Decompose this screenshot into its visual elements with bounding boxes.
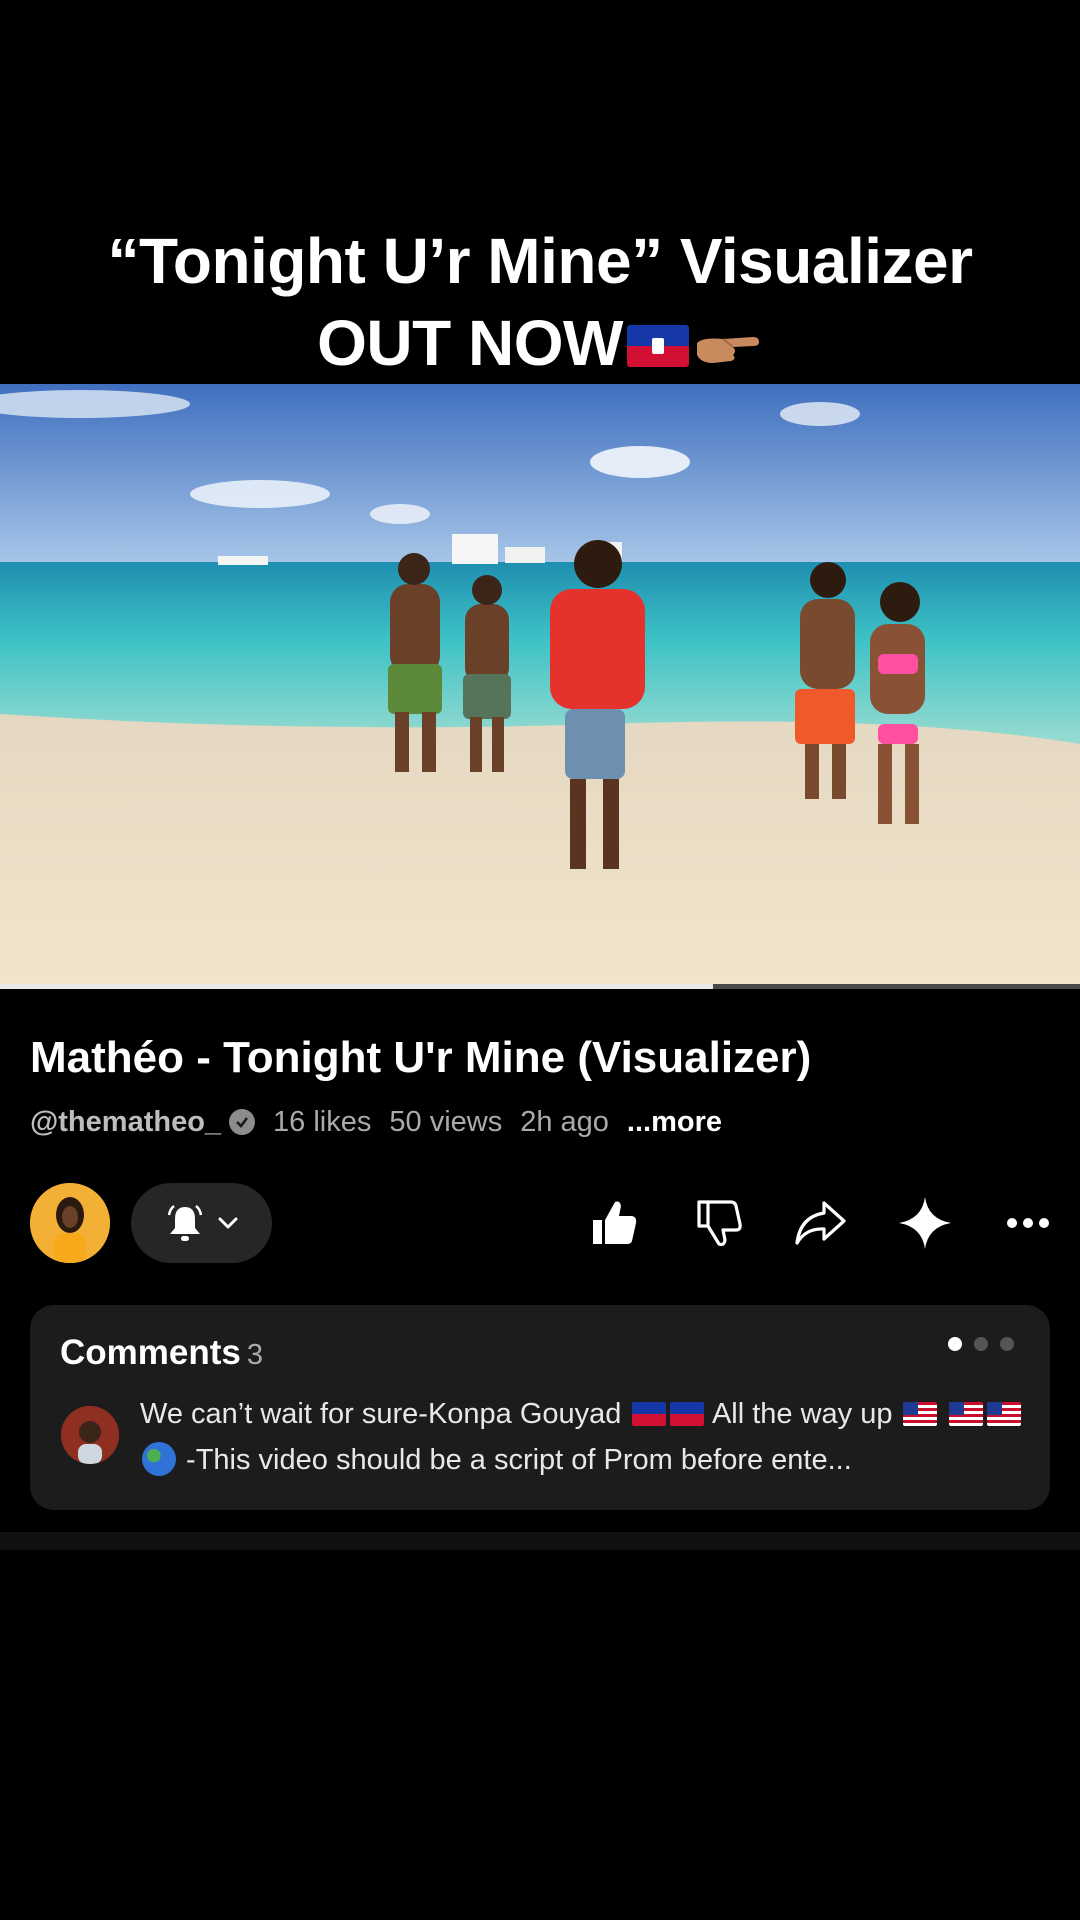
haiti-flag-icon xyxy=(631,1402,666,1426)
caption-line-1: “Tonight U’r Mine” Visualizer xyxy=(107,225,974,297)
caption-line-2-text: OUT NOW xyxy=(317,307,623,379)
comment-text-part-1: We can’t wait for sure-Konpa Gouyad xyxy=(140,1398,630,1430)
comments-count: 3 xyxy=(246,1339,264,1371)
comments-page-indicator xyxy=(948,1337,1014,1351)
haiti-flag-icon xyxy=(626,325,689,367)
haiti-flag-icon xyxy=(669,1402,704,1426)
video-progress-fill xyxy=(0,984,713,989)
likes-count: 16 likes xyxy=(273,1105,372,1138)
notification-bell-button[interactable] xyxy=(131,1183,272,1263)
upload-age: 2h ago xyxy=(520,1105,609,1138)
video-thumbnail xyxy=(0,384,1080,988)
more-link[interactable]: ...more xyxy=(627,1106,722,1139)
dislike-button[interactable] xyxy=(690,1195,746,1251)
comment-text-part-3: -This video should be a script of Prom b… xyxy=(178,1444,852,1476)
us-flag-icon xyxy=(986,1402,1021,1426)
comments-label: Comments xyxy=(60,1333,241,1372)
bell-icon xyxy=(167,1205,202,1241)
video-progress-bar[interactable] xyxy=(0,984,1080,989)
us-flag-icon xyxy=(948,1402,983,1426)
video-frame[interactable] xyxy=(0,384,1080,988)
next-video-edge xyxy=(0,1532,1080,1550)
comment-preview: We can’t wait for sure-Konpa Gouyad All … xyxy=(140,1391,1040,1483)
us-flag-icon xyxy=(902,1402,937,1426)
like-button[interactable] xyxy=(586,1195,642,1251)
share-icon xyxy=(795,1201,846,1245)
video-title: Mathéo - Tonight U'r Mine (Visualizer) xyxy=(30,1033,812,1082)
comments-heading: Comments 3 xyxy=(60,1333,263,1373)
sparkle-icon xyxy=(899,1197,951,1249)
comment-text-part-2: All the way up xyxy=(705,1398,901,1430)
page-dot xyxy=(1000,1337,1014,1351)
channel-handle[interactable]: @thematheo_ xyxy=(30,1106,221,1139)
video-caption: “Tonight U’r Mine” Visualizer OUT NOW xyxy=(0,220,1080,384)
video-meta: @thematheo_ 16 likes 50 views 2h ago ...… xyxy=(30,1100,722,1144)
caption-line-2: OUT NOW xyxy=(0,302,1080,384)
chevron-down-icon xyxy=(218,1217,237,1229)
more-actions-button[interactable] xyxy=(1000,1195,1056,1251)
commenter-avatar xyxy=(61,1406,119,1464)
thumbs-up-icon xyxy=(593,1201,637,1244)
thumbs-down-icon xyxy=(697,1200,742,1247)
globe-icon xyxy=(142,1442,176,1476)
channel-avatar[interactable] xyxy=(30,1183,110,1263)
shorts-player: “Tonight U’r Mine” Visualizer OUT NOW Ma… xyxy=(0,0,1080,1920)
pointing-hand-icon xyxy=(696,337,759,363)
page-dot-active xyxy=(948,1337,962,1351)
views-count: 50 views xyxy=(389,1105,503,1138)
remix-button[interactable] xyxy=(897,1195,953,1251)
comments-card[interactable]: Comments 3 We can’t wait for sure-Konpa G… xyxy=(30,1305,1050,1510)
page-dot xyxy=(974,1337,988,1351)
verified-icon xyxy=(229,1109,256,1135)
share-button[interactable] xyxy=(792,1195,848,1251)
more-icon xyxy=(1007,1218,1049,1228)
